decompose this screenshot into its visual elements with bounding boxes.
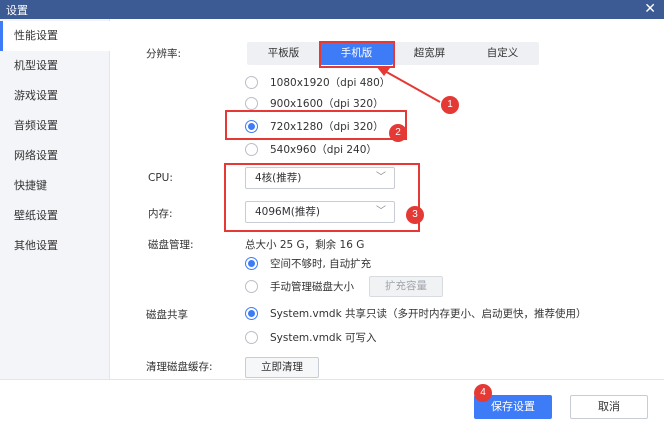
radio-circle [245,143,258,156]
resolution-option-900[interactable]: 900x1600（dpi 320） [245,96,384,111]
radio-circle [245,257,258,270]
expand-capacity-button[interactable]: 扩充容量 [369,276,443,297]
disk-summary: 总大小 25 G，剩余 16 G [245,239,365,251]
close-icon[interactable]: ✕ [644,0,656,18]
window-title: 设置 [6,4,28,17]
resolution-label: 分辨率: [146,48,182,60]
sidebar-item-model[interactable]: 机型设置 [0,51,110,81]
resolution-option-label: 1080x1920（dpi 480） [270,77,391,89]
disk-share-option-readonly[interactable]: System.vmdk 共享只读（多开时内存更小、启动更快，推荐使用） [245,306,587,321]
sidebar-item-audio[interactable]: 音频设置 [0,111,110,141]
footer: 保存设置 取消 [0,379,664,423]
disk-option-label: 手动管理磁盘大小 [270,281,354,293]
sidebar-item-performance[interactable]: 性能设置 [0,21,110,51]
disk-label: 磁盘管理: [148,239,194,251]
tab-tablet[interactable]: 平板版 [247,42,320,65]
sidebar-item-wallpaper[interactable]: 壁纸设置 [0,201,110,231]
radio-circle [245,97,258,110]
sidebar-item-shortcuts[interactable]: 快捷键 [0,171,110,201]
clear-cache-button[interactable]: 立即清理 [245,357,319,378]
annotation-badge-2: 2 [389,124,407,142]
cancel-button[interactable]: 取消 [570,395,648,419]
highlight-resolution-720 [225,110,407,140]
tab-custom[interactable]: 自定义 [466,42,539,65]
resolution-option-540[interactable]: 540x960（dpi 240） [245,142,377,157]
disk-share-label: 磁盘共享 [146,309,188,321]
resolution-option-label: 900x1600（dpi 320） [270,98,384,110]
highlight-phone-tab [319,41,395,68]
highlight-cpu-memory [224,163,420,232]
cpu-label: CPU: [148,172,173,184]
disk-share-option-label: System.vmdk 可写入 [270,332,377,344]
radio-circle [245,280,258,293]
disk-share-option-label: System.vmdk 共享只读（多开时内存更小、启动更快，推荐使用） [270,308,587,320]
disk-option-label: 空间不够时, 自动扩充 [270,258,372,270]
tab-ultrawide[interactable]: 超宽屏 [393,42,466,65]
title-bar: 设置 ✕ [0,0,664,19]
sidebar: 性能设置 机型设置 游戏设置 音频设置 网络设置 快捷键 壁纸设置 其他设置 [0,19,110,379]
sidebar-item-network[interactable]: 网络设置 [0,141,110,171]
sidebar-item-other[interactable]: 其他设置 [0,231,110,261]
annotation-badge-4: 4 [474,384,492,402]
annotation-badge-1: 1 [441,96,459,114]
radio-circle [245,76,258,89]
memory-label: 内存: [148,208,173,220]
resolution-option-label: 540x960（dpi 240） [270,144,377,156]
radio-circle [245,307,258,320]
disk-option-manual[interactable]: 手动管理磁盘大小 [245,279,354,294]
cache-label: 清理磁盘缓存: [146,361,213,373]
sidebar-item-game[interactable]: 游戏设置 [0,81,110,111]
disk-share-option-writable[interactable]: System.vmdk 可写入 [245,330,377,345]
resolution-option-1080[interactable]: 1080x1920（dpi 480） [245,75,390,90]
radio-circle [245,331,258,344]
disk-option-auto-expand[interactable]: 空间不够时, 自动扩充 [245,256,371,271]
annotation-badge-3: 3 [406,206,424,224]
